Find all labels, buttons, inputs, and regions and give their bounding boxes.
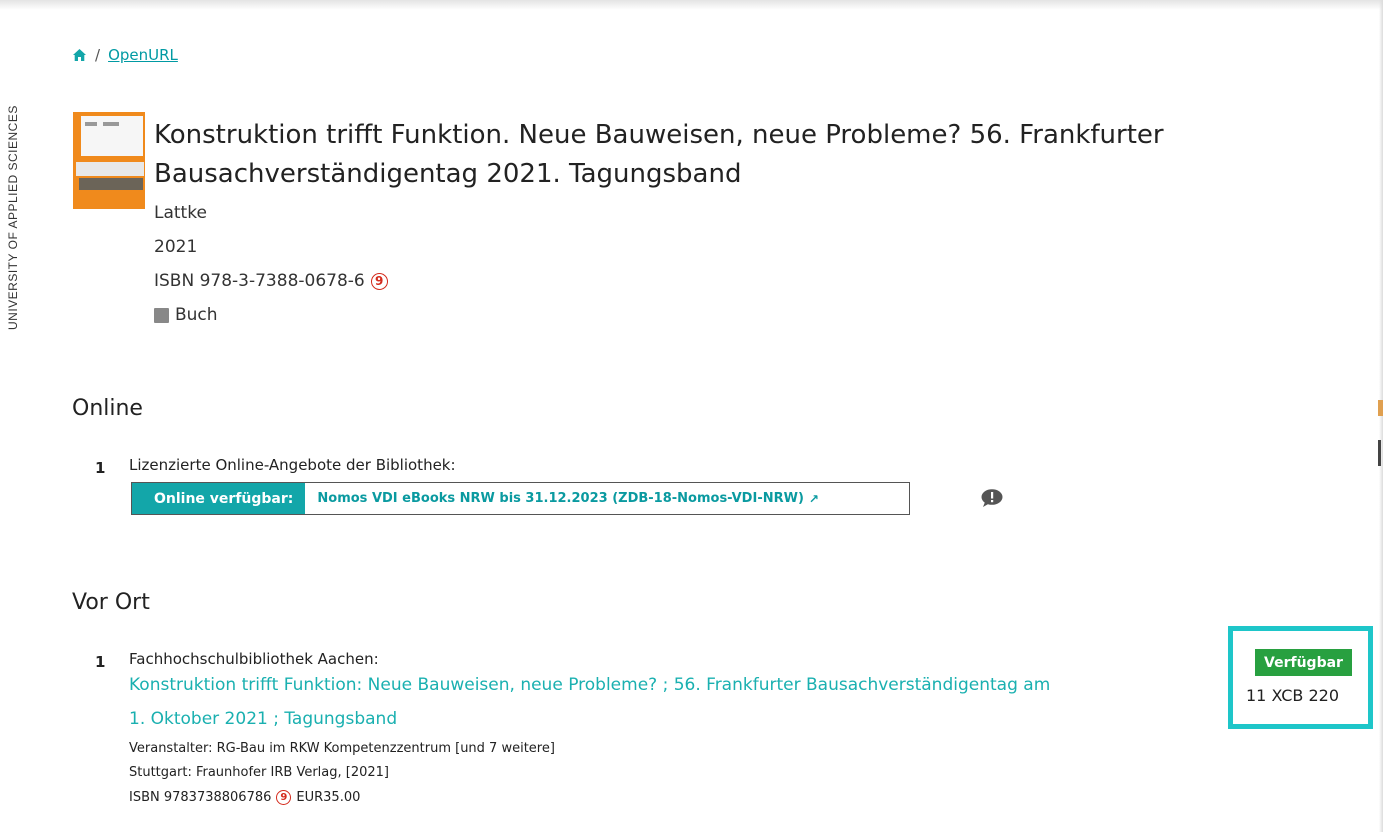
breadcrumb-separator: /: [95, 46, 101, 64]
holding-isbn-lookup-icon[interactable]: 9: [276, 790, 292, 805]
online-status-label: Online verfügbar:: [132, 483, 306, 514]
holding-isbn: ISBN 9783738806786: [129, 790, 272, 805]
breadcrumb-openurl-link[interactable]: OpenURL: [108, 46, 178, 64]
holding-library: Fachhochschulbibliothek Aachen:: [129, 650, 379, 668]
holding-isbn-row: ISBN 9783738806786 9 EUR35.00: [129, 790, 360, 805]
online-access-link-text[interactable]: Nomos VDI eBooks NRW bis 31.12.2023 (ZDB…: [317, 491, 804, 506]
book-cover-thumbnail: [73, 112, 145, 209]
online-item-description: Lizenzierte Online-Angebote der Biblioth…: [129, 456, 456, 474]
record-year: 2021: [154, 237, 198, 257]
external-link-icon: ↗: [808, 491, 819, 506]
holding-publisher: Stuttgart: Fraunhofer IRB Verlag, [2021]: [129, 765, 389, 780]
scrollbar-thumb[interactable]: [1378, 440, 1381, 466]
sidebar-vertical-text: UNIVERSITY OF APPLIED SCIENCES: [6, 105, 20, 330]
availability-badge[interactable]: Verfügbar: [1255, 649, 1352, 676]
record-type-row: Buch: [154, 305, 218, 325]
holding-organizer: Veranstalter: RG-Bau im RKW Kompetenzzen…: [129, 741, 555, 756]
scroll-marker: [1378, 400, 1383, 416]
record-title: Konstruktion trifft Funktion. Neue Bauwe…: [154, 120, 1164, 189]
breadcrumb: / OpenURL: [72, 46, 178, 64]
vor-ort-heading: Vor Ort: [72, 590, 150, 615]
right-edge: [1379, 0, 1383, 832]
holding-number: 1: [95, 653, 106, 671]
holding-title-link-line1[interactable]: Konstruktion trifft Funktion: Neue Bauwe…: [129, 675, 1050, 695]
holding-title-link-line2[interactable]: 1. Oktober 2021 ; Tagungsband: [129, 709, 397, 729]
top-shadow: [0, 0, 1383, 10]
availability-highlight-box: Verfügbar 11 XCB 220: [1228, 626, 1373, 729]
home-icon[interactable]: [72, 48, 87, 62]
holding-price: EUR35.00: [296, 790, 361, 805]
online-access-box: Online verfügbar: Nomos VDI eBooks NRW b…: [131, 482, 911, 515]
online-access-link[interactable]: Nomos VDI eBooks NRW bis 31.12.2023 (ZDB…: [305, 483, 910, 514]
record-isbn: ISBN 978-3-7388-0678-6: [154, 271, 365, 291]
record-isbn-row: ISBN 978-3-7388-0678-6 9: [154, 271, 388, 291]
record-author: Lattke: [154, 203, 207, 223]
isbn-lookup-icon[interactable]: 9: [370, 272, 388, 290]
online-item-number: 1: [95, 459, 106, 477]
feedback-comment-icon[interactable]: [981, 489, 1003, 507]
online-heading: Online: [72, 396, 143, 421]
record-type: Buch: [175, 305, 218, 325]
book-icon: [154, 307, 169, 323]
shelf-signature: 11 XCB 220: [1246, 686, 1340, 705]
